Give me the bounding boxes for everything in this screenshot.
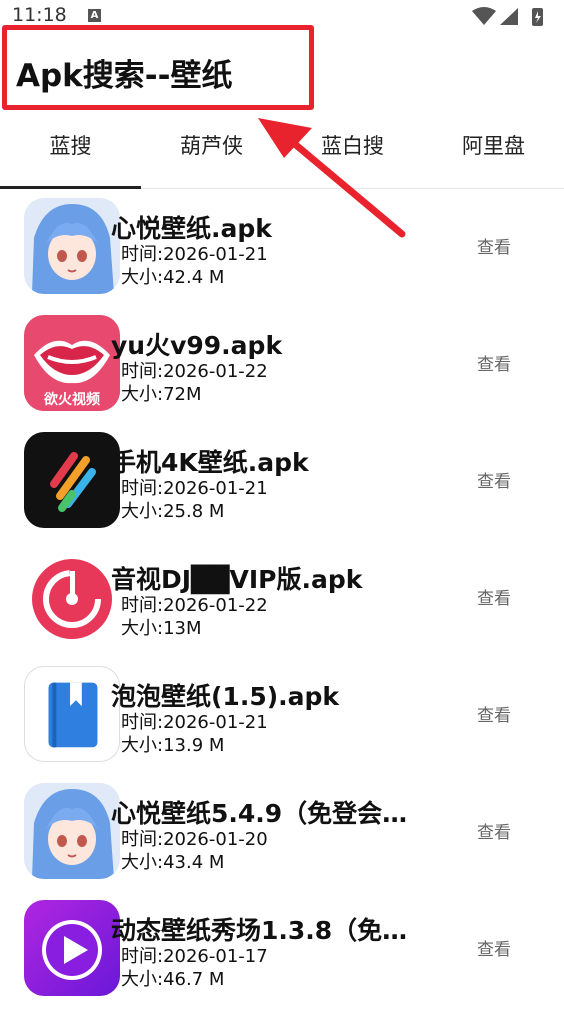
annotation-arrow	[258, 118, 406, 238]
